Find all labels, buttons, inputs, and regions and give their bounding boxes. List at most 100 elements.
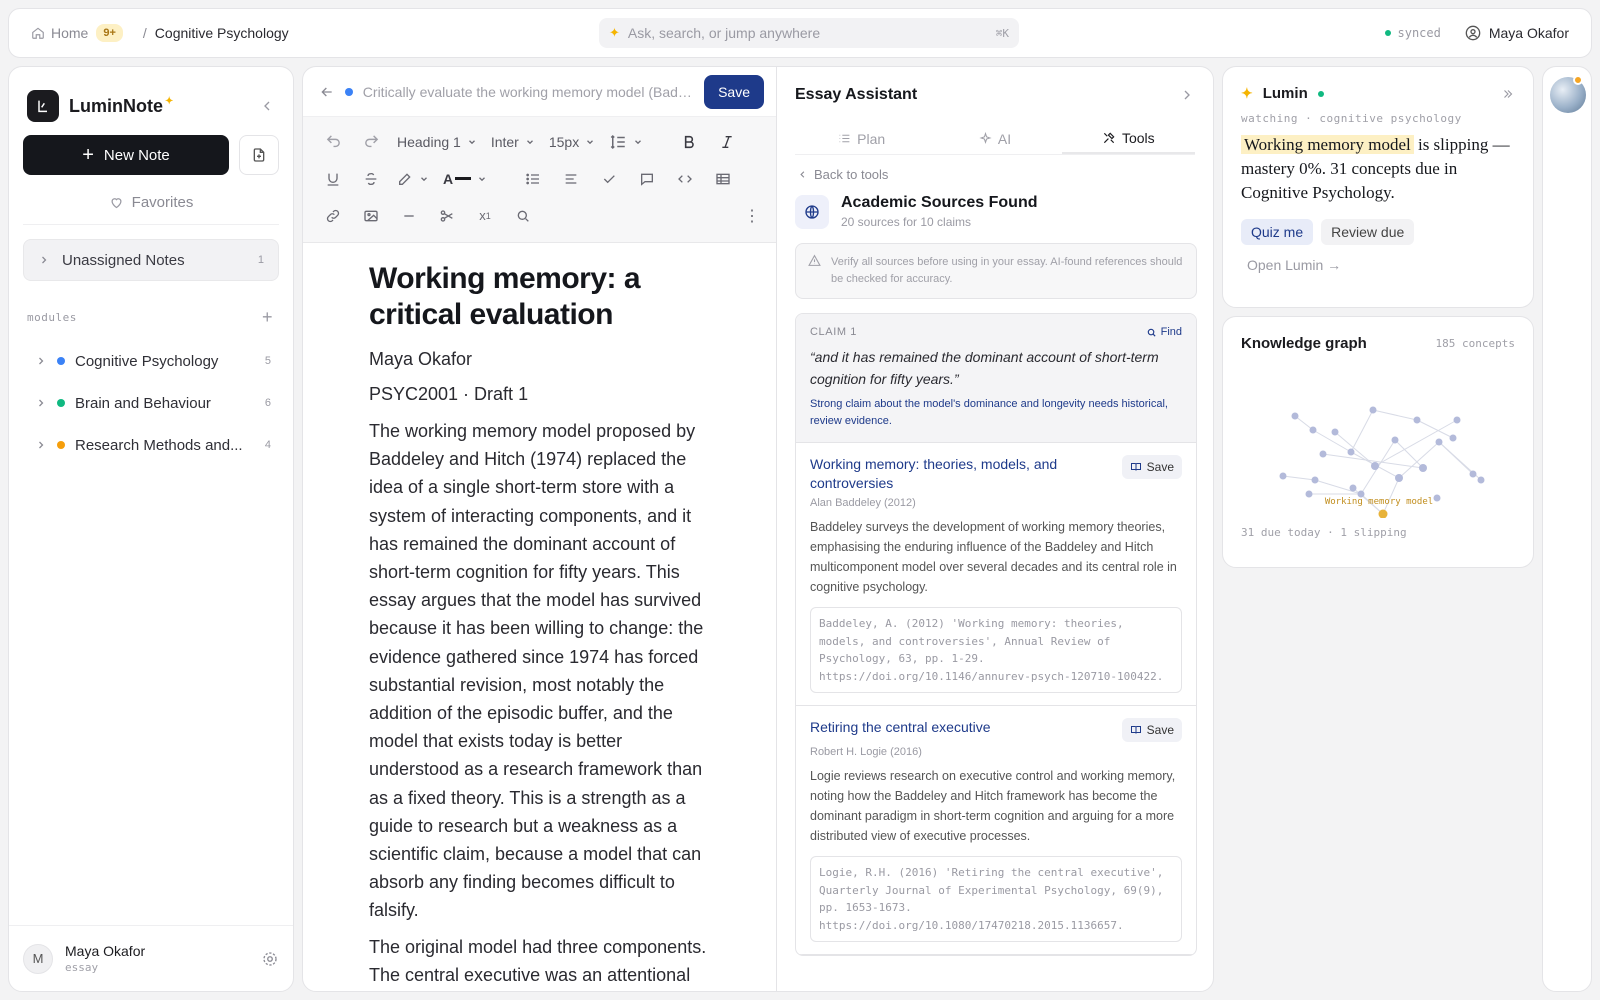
unsaved-dot	[345, 87, 353, 96]
strikethrough-icon[interactable]	[359, 167, 383, 191]
save-source-button[interactable]: Save	[1121, 455, 1182, 479]
graph-canvas[interactable]	[1223, 358, 1534, 518]
concept-highlight[interactable]: Working memory model	[1241, 135, 1414, 154]
shortcut-hint: ⌘K	[995, 26, 1009, 40]
link-icon[interactable]	[321, 204, 345, 228]
underline-icon[interactable]	[321, 167, 345, 191]
unassigned-label: Unassigned Notes	[62, 251, 185, 269]
sync-status: synced	[1384, 26, 1441, 40]
code-icon[interactable]	[673, 167, 697, 191]
align-left-icon[interactable]	[559, 167, 583, 191]
redo-icon[interactable]	[359, 130, 383, 154]
user-circle-icon	[1465, 25, 1481, 41]
highlight-color-icon[interactable]	[397, 171, 429, 187]
source-citation[interactable]: Baddeley, A. (2012) 'Working memory: the…	[810, 607, 1182, 693]
source-citation[interactable]: Logie, R.H. (2016) 'Retiring the central…	[810, 856, 1182, 942]
module-count: 4	[264, 439, 271, 451]
source-title-link[interactable]: Retiring the central executive	[810, 718, 991, 742]
assistant-title: Essay Assistant	[795, 86, 918, 103]
chevron-right-icon[interactable]	[1179, 87, 1195, 103]
notification-badge[interactable]: 9+	[96, 24, 123, 42]
document-title-field[interactable]: Critically evaluate the working memory m…	[363, 84, 694, 100]
sync-dot	[1384, 30, 1391, 36]
save-source-button[interactable]: Save	[1121, 718, 1182, 742]
text-color-icon[interactable]: A	[443, 171, 487, 187]
bullet-list-icon[interactable]	[521, 167, 545, 191]
checklist-icon[interactable]	[597, 167, 621, 191]
knowledge-graph-card: Knowledge graph 185 concepts Working mem…	[1222, 316, 1534, 568]
back-to-tools-link[interactable]: Back to tools	[797, 167, 1213, 182]
quiz-me-button[interactable]: Quiz me	[1241, 219, 1314, 245]
source-description: Baddeley surveys the development of work…	[810, 520, 1177, 594]
module-label: Brain and Behaviour	[75, 394, 211, 412]
chevron-right-icon	[35, 439, 47, 451]
brand-name: LuminNote ✦	[69, 95, 174, 116]
search-input[interactable]: Ask, search, or jump anywhere	[628, 25, 820, 41]
claim-label: CLAIM 1	[810, 326, 857, 338]
module-color-dot	[57, 399, 65, 407]
lumin-watching: watching · cognitive psychology	[1241, 112, 1462, 125]
breadcrumb-current[interactable]: Cognitive Psychology	[155, 25, 289, 41]
module-item-cognitive-psychology[interactable]: Cognitive Psychology 5	[9, 340, 293, 382]
review-due-button[interactable]: Review due	[1321, 219, 1415, 245]
font-size-select[interactable]: 15px	[549, 134, 595, 150]
search-icon	[1146, 327, 1157, 338]
user-menu[interactable]: Maya Okafor	[1465, 25, 1569, 41]
module-item-brain-and-behaviour[interactable]: Brain and Behaviour 6	[9, 382, 293, 424]
gear-icon[interactable]	[261, 950, 279, 968]
tab-tools[interactable]: Tools	[1061, 123, 1195, 154]
collapse-sidebar-icon[interactable]	[259, 98, 275, 114]
editor-panel: Critically evaluate the working memory m…	[302, 66, 1214, 992]
find-sources-button[interactable]: Find	[1146, 326, 1182, 338]
undo-icon[interactable]	[321, 130, 345, 154]
bold-icon[interactable]	[677, 130, 701, 154]
open-lumin-link[interactable]: Open Lumin →	[1223, 257, 1533, 273]
superscript-icon[interactable]: x1	[473, 204, 497, 228]
favorites-link[interactable]: Favorites	[23, 181, 279, 225]
divider-icon[interactable]	[397, 204, 421, 228]
command-search[interactable]: ✦ Ask, search, or jump anywhere ⌘K	[599, 18, 1019, 48]
home-label: Home	[51, 25, 89, 41]
sidebar-footer: M Maya Okafor essay	[9, 925, 293, 991]
avatar[interactable]: M	[23, 943, 53, 974]
image-icon[interactable]	[359, 204, 383, 228]
favorites-label: Favorites	[131, 194, 194, 211]
unassigned-notes-folder[interactable]: Unassigned Notes 1	[23, 239, 279, 281]
heading-select[interactable]: Heading 1	[397, 134, 477, 150]
modules-heading-label: modules	[27, 311, 77, 324]
document-body[interactable]: Working memory: a critical evaluation Ma…	[303, 243, 776, 989]
tab-plan[interactable]: Plan	[795, 123, 928, 154]
search-icon[interactable]	[511, 204, 535, 228]
chevron-right-icon	[35, 397, 47, 409]
user-name: Maya Okafor	[1488, 25, 1569, 41]
brand-star-icon: ✦	[165, 95, 174, 107]
back-arrow-icon[interactable]	[319, 84, 335, 100]
app-logo	[27, 90, 59, 122]
unassigned-count: 1	[257, 254, 264, 266]
table-icon[interactable]	[711, 167, 735, 191]
notification-dot	[1573, 75, 1583, 85]
add-module-icon[interactable]: +	[262, 307, 273, 328]
warning-icon	[808, 254, 821, 288]
sources-found-count: 20 sources for 10 claims	[841, 215, 972, 229]
lumin-message: Working memory model is slipping — maste…	[1223, 133, 1533, 205]
source-title-link[interactable]: Working memory: theories, models, and co…	[810, 455, 1108, 493]
paragraph: The original model had three components.…	[369, 936, 707, 985]
save-button[interactable]: Save	[704, 74, 764, 109]
new-note-button[interactable]: + New Note	[23, 135, 229, 175]
home-link[interactable]: Home	[31, 25, 88, 41]
tab-ai[interactable]: AI	[928, 123, 1061, 154]
scissors-icon[interactable]	[435, 204, 459, 228]
line-spacing-icon[interactable]	[609, 133, 643, 151]
focus-node-label: Working memory model	[1324, 497, 1434, 507]
new-document-button[interactable]	[239, 135, 279, 175]
font-select[interactable]: Inter	[491, 134, 535, 150]
more-icon[interactable]: ⋮	[740, 204, 764, 228]
breadcrumb-separator: /	[142, 25, 147, 41]
document-author: Maya Okafor	[369, 349, 473, 369]
comment-icon[interactable]	[635, 167, 659, 191]
expand-icon[interactable]	[1501, 87, 1515, 101]
italic-icon[interactable]	[715, 130, 739, 154]
module-item-research-methods[interactable]: Research Methods and... 4	[9, 424, 293, 466]
sparkle-icon: ✦	[609, 25, 620, 40]
